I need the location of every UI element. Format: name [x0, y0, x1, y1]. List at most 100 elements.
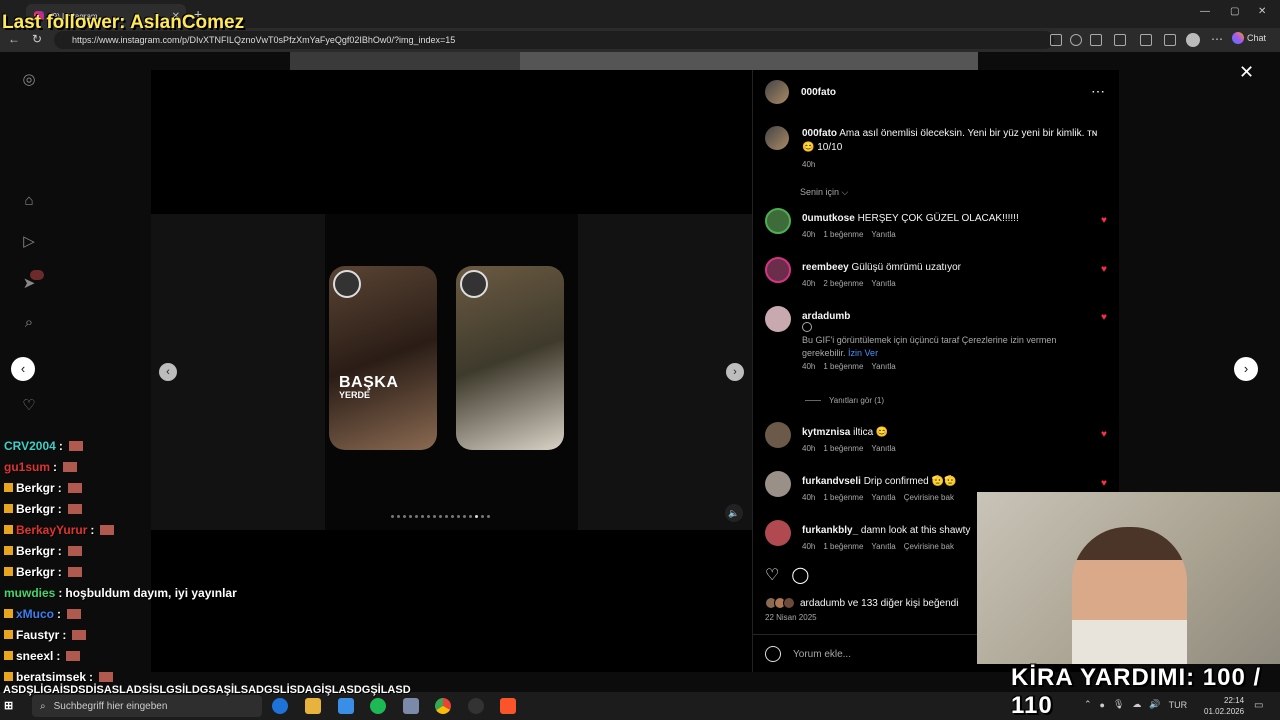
- comment-username[interactable]: 0umutkose: [802, 213, 855, 224]
- refresh-icon[interactable]: ↻: [32, 32, 42, 46]
- chat-label: Chat: [1247, 33, 1267, 43]
- taskbar-search[interactable]: ⌕ Suchbegriff hier eingeben: [32, 695, 262, 717]
- obs-icon[interactable]: [468, 698, 484, 714]
- carousel-dot[interactable]: [475, 515, 478, 518]
- comment-username[interactable]: reembeey: [802, 262, 849, 273]
- sort-dropdown[interactable]: Senin için ⌵: [800, 187, 848, 198]
- emoji-icon[interactable]: [765, 646, 781, 662]
- chat-badge-icon: [4, 651, 13, 660]
- carousel-dot[interactable]: [481, 515, 484, 518]
- likes-summary[interactable]: ardadumb ve 133 diğer kişi beğendi: [765, 597, 958, 609]
- extensions-icon[interactable]: [1114, 34, 1126, 46]
- volume-icon[interactable]: 🔈: [725, 504, 743, 522]
- carousel-dot[interactable]: [391, 515, 394, 518]
- comment-likes[interactable]: 2 beğenme: [823, 279, 863, 288]
- avatar[interactable]: [765, 306, 791, 332]
- instagram-icon[interactable]: ◎: [19, 70, 39, 90]
- prev-post-button[interactable]: ‹: [11, 357, 35, 381]
- comment-text: HERŞEY ÇOK GÜZEL OLACAK!!!!!!: [857, 213, 1019, 224]
- calculator-icon[interactable]: [403, 698, 419, 714]
- copilot-chat-button[interactable]: Chat: [1232, 32, 1266, 44]
- profile-avatar[interactable]: [1186, 33, 1200, 47]
- carousel-dot[interactable]: [439, 515, 442, 518]
- comment-username[interactable]: ardadumb: [802, 311, 850, 322]
- explorer-icon[interactable]: [305, 698, 321, 714]
- background-feed: [290, 52, 520, 70]
- carousel-dot[interactable]: [427, 515, 430, 518]
- view-replies-button[interactable]: Yanıtları gör (1): [805, 396, 884, 405]
- back-icon[interactable]: ←: [8, 32, 20, 46]
- carousel-next-button[interactable]: ›: [726, 363, 744, 381]
- next-post-button[interactable]: ›: [1234, 357, 1258, 381]
- avatar[interactable]: [765, 471, 791, 497]
- chat-separator: :: [58, 585, 63, 600]
- heart-icon[interactable]: ♥: [1101, 429, 1107, 440]
- carousel-dot[interactable]: [463, 515, 466, 518]
- avatar[interactable]: [765, 80, 789, 104]
- carousel-dot[interactable]: [469, 515, 472, 518]
- carousel-dot[interactable]: [403, 515, 406, 518]
- split-screen-icon[interactable]: [1140, 34, 1152, 46]
- carousel-dot[interactable]: [415, 515, 418, 518]
- carousel-dot[interactable]: [445, 515, 448, 518]
- reply-button[interactable]: Yanıtla: [871, 230, 895, 239]
- avatar[interactable]: [765, 520, 791, 546]
- avatar[interactable]: [765, 208, 791, 234]
- carousel-dot[interactable]: [421, 515, 424, 518]
- search-icon[interactable]: ⌕: [19, 314, 39, 334]
- comment-username[interactable]: furkandvseli: [802, 476, 861, 487]
- comment-likes[interactable]: 1 beğenme: [823, 362, 863, 371]
- translate-button[interactable]: Çevirisine bak: [904, 493, 954, 502]
- reply-button[interactable]: Yanıtla: [871, 542, 895, 551]
- allow-cookies-link[interactable]: İzin Ver: [848, 348, 878, 358]
- caption-username[interactable]: 000fato: [802, 128, 837, 139]
- window-close-icon[interactable]: ✕: [1258, 6, 1266, 17]
- avatar[interactable]: [765, 257, 791, 283]
- zoom-icon[interactable]: [1070, 34, 1082, 46]
- more-icon[interactable]: ⋯: [1211, 32, 1223, 46]
- brave-icon[interactable]: [500, 698, 516, 714]
- translate-button[interactable]: Çevirisine bak: [904, 542, 954, 551]
- carousel-dot[interactable]: [487, 515, 490, 518]
- spotify-icon[interactable]: [370, 698, 386, 714]
- reply-button[interactable]: Yanıtla: [871, 444, 895, 453]
- reels-icon[interactable]: ▷: [19, 232, 39, 252]
- comment-username[interactable]: kytmznisa: [802, 427, 850, 438]
- minimize-icon[interactable]: —: [1200, 6, 1210, 17]
- heart-icon[interactable]: ♥: [1101, 215, 1107, 226]
- comment-likes[interactable]: 1 beğenme: [823, 230, 863, 239]
- comment-likes[interactable]: 1 beğenme: [823, 444, 863, 453]
- carousel-dot[interactable]: [433, 515, 436, 518]
- edge-icon[interactable]: [272, 698, 288, 714]
- maximize-icon[interactable]: ▢: [1230, 6, 1239, 17]
- chrome-icon[interactable]: [435, 698, 451, 714]
- comment-likes[interactable]: 1 beğenme: [823, 542, 863, 551]
- post-username[interactable]: 000fato: [801, 87, 836, 98]
- avatar[interactable]: [765, 422, 791, 448]
- collections-icon[interactable]: [1164, 34, 1176, 46]
- carousel-dot[interactable]: [409, 515, 412, 518]
- carousel-dot[interactable]: [457, 515, 460, 518]
- heart-icon[interactable]: ♡: [19, 396, 39, 416]
- comment-username[interactable]: furkankbly_: [802, 525, 858, 536]
- avatar[interactable]: [765, 126, 789, 150]
- heart-icon[interactable]: ♥: [1101, 264, 1107, 275]
- carousel-prev-button[interactable]: ‹: [159, 363, 177, 381]
- carousel-dot[interactable]: [451, 515, 454, 518]
- comment-likes[interactable]: 1 beğenme: [823, 493, 863, 502]
- more-options-icon[interactable]: ⋯: [1091, 83, 1105, 100]
- home-icon[interactable]: ⌂: [19, 192, 39, 212]
- favorite-icon[interactable]: [1090, 34, 1102, 46]
- heart-icon[interactable]: ♥: [1101, 478, 1107, 489]
- close-icon[interactable]: ✕: [1239, 62, 1254, 83]
- reply-button[interactable]: Yanıtla: [871, 279, 895, 288]
- heart-icon[interactable]: ♥: [1101, 312, 1107, 323]
- start-button[interactable]: ⊞: [4, 699, 13, 712]
- apps-icon[interactable]: [1050, 34, 1062, 46]
- carousel-dot[interactable]: [397, 515, 400, 518]
- reply-button[interactable]: Yanıtla: [871, 493, 895, 502]
- like-heart-icon[interactable]: ♡: [765, 565, 779, 585]
- comment-bubble-icon[interactable]: ◯: [791, 565, 809, 585]
- reply-button[interactable]: Yanıtla: [871, 362, 895, 371]
- app-icon[interactable]: [338, 698, 354, 714]
